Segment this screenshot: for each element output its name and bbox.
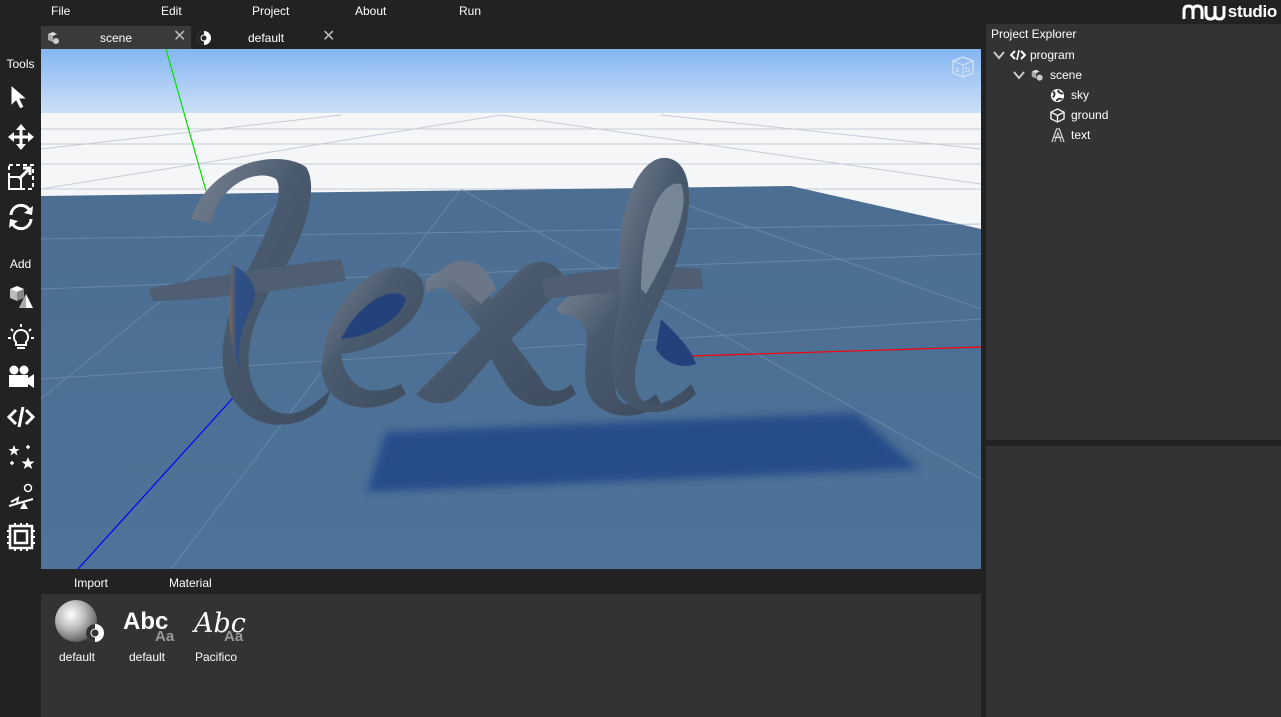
rotate-icon[interactable]	[5, 201, 37, 233]
left-toolbar: Tools Add	[0, 49, 41, 717]
tree-item-sky[interactable]: sky	[1050, 86, 1089, 104]
tab-import[interactable]: Import	[74, 576, 108, 590]
brand-logo: studio	[1182, 0, 1277, 24]
scene-render	[41, 49, 981, 569]
chip-icon[interactable]	[5, 521, 37, 553]
scale-icon[interactable]	[5, 161, 37, 193]
tree-item-program[interactable]: program	[992, 46, 1075, 64]
script-icon[interactable]	[5, 401, 37, 433]
menu-edit[interactable]: Edit	[161, 4, 182, 18]
text-mesh-icon	[1051, 127, 1065, 142]
menu-bar: File Edit Project About Run studio	[0, 0, 1281, 24]
tree-label: scene	[1050, 68, 1083, 82]
tree-label: text	[1071, 128, 1091, 142]
close-icon[interactable]: ✕	[173, 28, 186, 46]
3d-view-icon[interactable]: 3 D	[949, 55, 977, 79]
particles-icon[interactable]	[5, 441, 37, 473]
tab-material[interactable]: Material	[169, 576, 212, 590]
font-sub-glyph: Aa	[155, 628, 175, 645]
font-sub-glyph: Aa	[224, 628, 244, 645]
tab-scene[interactable]: scene ✕	[41, 26, 191, 49]
code-icon	[1010, 49, 1026, 61]
tree-label: ground	[1071, 108, 1109, 122]
project-explorer: Project Explorer program scene sky groun…	[986, 24, 1281, 440]
camera-icon[interactable]	[5, 361, 37, 393]
menu-about[interactable]: About	[355, 4, 386, 18]
move-icon[interactable]	[5, 121, 37, 153]
properties-panel	[986, 446, 1281, 717]
svg-text:D: D	[965, 67, 970, 74]
physics-icon[interactable]	[5, 481, 37, 513]
scene-viewport[interactable]: 3 D	[41, 49, 981, 569]
asset-tab-bar: Import Material	[41, 569, 981, 594]
explorer-title: Project Explorer	[991, 27, 1077, 41]
material-sphere-icon	[55, 600, 104, 642]
tree-item-text[interactable]: text	[1050, 126, 1090, 144]
material-icon	[197, 31, 211, 45]
tab-default[interactable]: default ✕	[192, 26, 340, 49]
brand-name: studio	[1227, 2, 1278, 21]
close-icon[interactable]: ✕	[322, 28, 335, 46]
menu-file[interactable]: File	[51, 4, 70, 18]
add-heading: Add	[9, 257, 32, 271]
globe-icon	[1050, 88, 1065, 102]
chevron-down-icon[interactable]	[1012, 68, 1026, 82]
asset-label: default	[58, 650, 96, 664]
tab-scene-label: scene	[100, 30, 133, 45]
tools-heading: Tools	[6, 57, 35, 71]
light-icon[interactable]	[5, 321, 37, 353]
menu-project[interactable]: Project	[252, 4, 289, 18]
tree-item-scene[interactable]: scene	[1012, 66, 1082, 84]
tree-label: sky	[1071, 88, 1089, 102]
scene-icon	[1031, 69, 1043, 81]
tab-bar: scene ✕ default ✕	[41, 24, 981, 49]
scene-icon	[48, 32, 59, 44]
chevron-down-icon[interactable]	[992, 48, 1006, 62]
tab-default-label: default	[248, 30, 285, 45]
tree-label: program	[1030, 48, 1075, 62]
asset-label: default	[128, 650, 166, 664]
tree-item-ground[interactable]: ground	[1050, 106, 1108, 124]
cube-icon	[1050, 107, 1065, 123]
model-icon[interactable]	[5, 281, 37, 313]
select-arrow-icon[interactable]	[5, 81, 37, 113]
brand-mark-icon	[1182, 4, 1226, 21]
asset-label: Pacifico	[194, 650, 238, 664]
asset-panel: default Abc Aa default Abc Aa Pacifico	[41, 594, 981, 717]
menu-run[interactable]: Run	[459, 4, 481, 18]
svg-text:3: 3	[955, 67, 959, 74]
